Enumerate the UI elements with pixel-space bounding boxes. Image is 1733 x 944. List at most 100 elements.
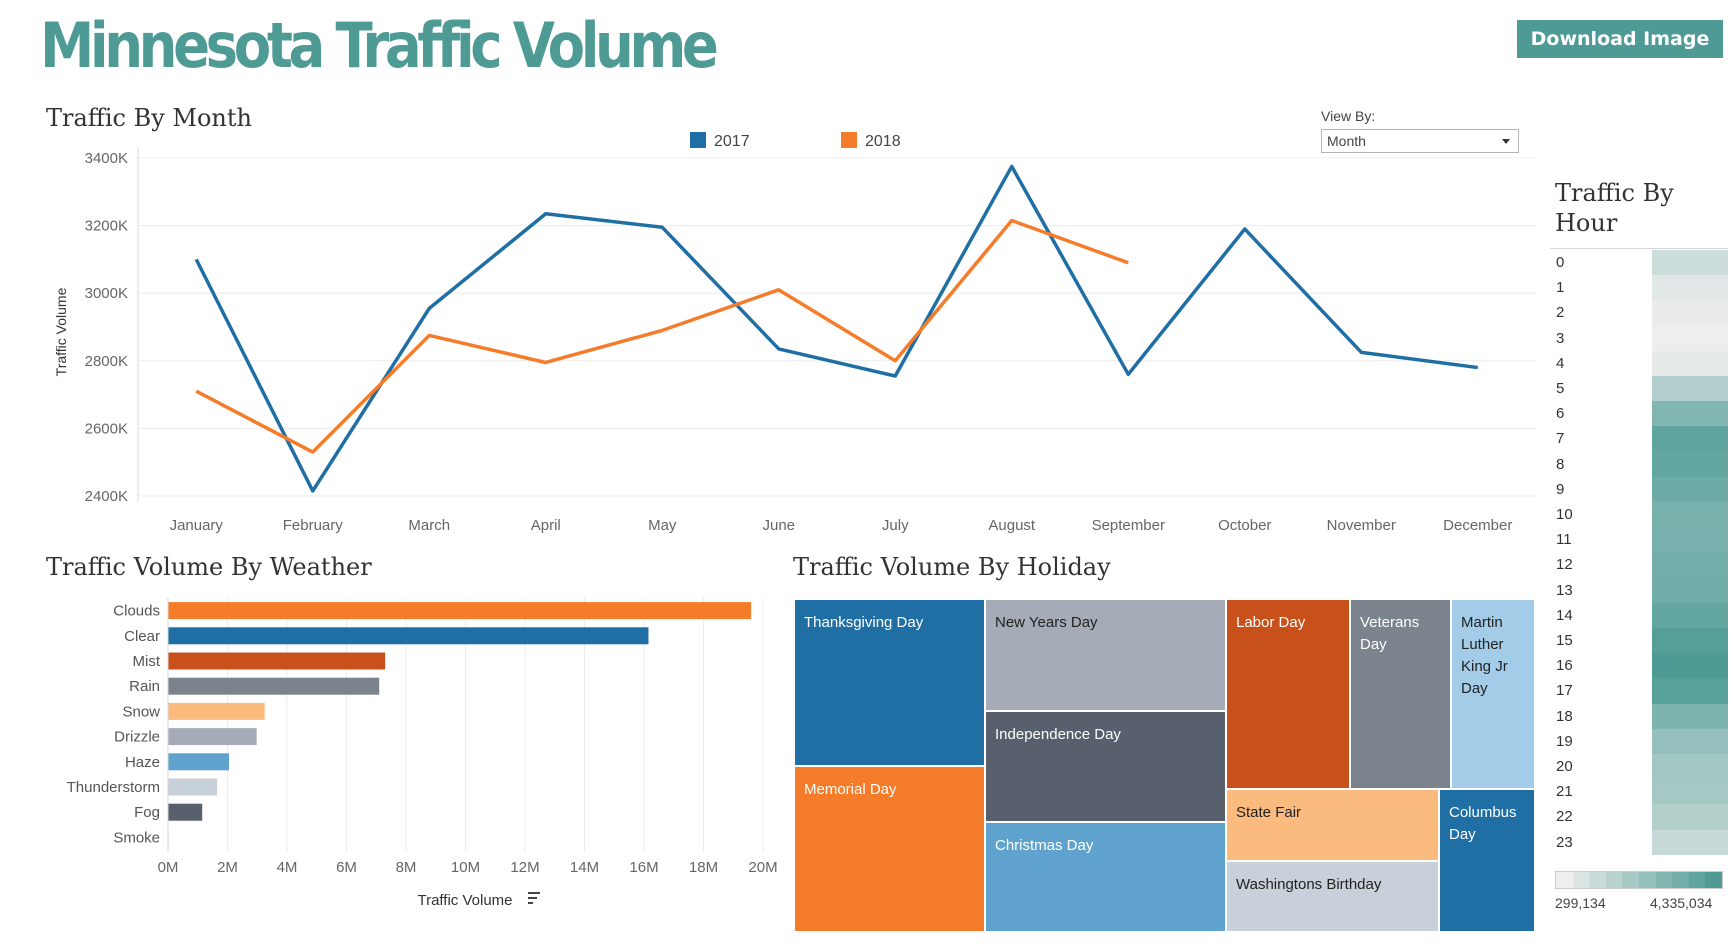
treemap-cell-label: Independence Day (995, 726, 1121, 743)
holiday-treemap: Thanksgiving Day Memorial Day New Years Da… (795, 600, 1536, 933)
x-tick-label: 6M (336, 859, 357, 876)
bar-rain[interactable] (168, 677, 380, 695)
hour-cell[interactable] (1652, 602, 1728, 628)
y-axis-label: Traffic Volume (53, 287, 69, 376)
hour-cell[interactable] (1652, 502, 1728, 528)
legend-step (1655, 872, 1673, 888)
x-tick-label: March (408, 517, 450, 534)
hour-label: 23 (1556, 833, 1573, 851)
legend-step (1672, 872, 1689, 888)
sort-icon[interactable] (528, 892, 540, 904)
hour-label: 2 (1556, 304, 1565, 322)
x-tick-label: June (762, 517, 795, 534)
treemap-cell-label: Memorial Day (804, 781, 897, 798)
treemap-cell-state-fair[interactable]: State Fair (1227, 790, 1440, 862)
x-tick-label: May (648, 517, 677, 534)
treemap-cell-independence-day[interactable]: Independence Day (986, 712, 1227, 823)
x-tick-label: July (882, 517, 909, 534)
hour-chart-divider (1550, 248, 1728, 249)
hour-label: 4 (1556, 354, 1565, 372)
x-tick-label: December (1443, 517, 1512, 534)
bar-clear[interactable] (168, 627, 649, 645)
treemap-cell-new-years-day[interactable]: New Years Day (986, 600, 1227, 712)
legend-step (1688, 872, 1706, 888)
treemap-cell-martin-luther-king-jr-day[interactable]: Martin Luther King Jr Day (1452, 600, 1536, 790)
hour-cell[interactable] (1652, 829, 1728, 855)
hour-cell[interactable] (1652, 250, 1728, 276)
hour-cell[interactable] (1652, 754, 1728, 780)
y-tick-label: 2600K (85, 420, 128, 437)
hour-cell[interactable] (1652, 577, 1728, 603)
legend-step (1605, 872, 1623, 888)
hour-cell[interactable] (1652, 401, 1728, 427)
bar-snow[interactable] (168, 702, 265, 720)
treemap-cell-label: Martin Luther King Jr Day (1461, 614, 1508, 697)
x-tick-label: January (170, 517, 224, 534)
sort-icon-line (528, 897, 537, 899)
legend-min-label: 299,134 (1555, 895, 1606, 911)
treemap-cell-labor-day[interactable]: Labor Day (1227, 600, 1351, 790)
hour-cell[interactable] (1652, 451, 1728, 477)
legend-step (1572, 872, 1590, 888)
hour-label: 19 (1556, 732, 1573, 750)
hour-label: 0 (1556, 254, 1565, 271)
treemap-cell-columbus-day[interactable]: Columbus Day (1440, 790, 1536, 933)
hour-label: 21 (1556, 783, 1573, 801)
treemap-cell-washingtons-birthday[interactable]: Washingtons Birthday (1227, 862, 1440, 933)
treemap-cell-veterans-day[interactable]: Veterans Day (1351, 600, 1452, 790)
series-line-2018 (195, 218, 1129, 454)
legend-max-label: 4,335,034 (1650, 895, 1713, 911)
hour-cell[interactable] (1652, 678, 1728, 704)
hour-cell[interactable] (1652, 426, 1728, 452)
hour-label: 13 (1556, 581, 1573, 599)
download-image-button[interactable]: Download Image (1517, 20, 1723, 58)
hour-cell[interactable] (1652, 703, 1728, 729)
sort-icon-line (528, 902, 533, 904)
category-label: Snow (122, 703, 160, 720)
bar-fog[interactable] (168, 803, 203, 821)
hour-heatmap: 0 1 2 3 4 5 6 7 8 9 10 11 12 13 14 15 16 17 18 19 20 21 22 23 (1550, 250, 1728, 857)
bar-drizzle[interactable] (168, 728, 257, 746)
hour-cell[interactable] (1652, 653, 1728, 679)
treemap-cell-thanksgiving-day[interactable]: Thanksgiving Day (795, 600, 986, 767)
bar-thunderstorm[interactable] (168, 778, 218, 796)
treemap-cell-christmas-day[interactable]: Christmas Day (986, 823, 1227, 933)
legend-swatch-2018[interactable] (841, 132, 857, 148)
hour-label: 11 (1556, 531, 1572, 549)
treemap-cell-label: Columbus Day (1449, 804, 1517, 843)
hour-cell[interactable] (1652, 325, 1728, 351)
hour-cell[interactable] (1652, 779, 1728, 805)
treemap-cell-memorial-day[interactable]: Memorial Day (795, 767, 986, 933)
x-tick-label: 18M (689, 859, 718, 876)
hour-cell[interactable] (1652, 628, 1728, 654)
hour-label: 3 (1556, 329, 1565, 347)
hour-cell[interactable] (1652, 476, 1728, 502)
hour-label: 10 (1556, 506, 1573, 523)
line-chart: 2400K 2600K 2800K 3000K 3200K 3400K Traffic Vo… (53, 132, 1536, 534)
legend-step (1638, 872, 1656, 888)
treemap-cell-label: New Years Day (995, 614, 1098, 631)
x-tick-label: October (1218, 517, 1271, 534)
hour-label: 9 (1556, 480, 1565, 498)
hour-cell[interactable] (1652, 300, 1728, 326)
bar-clouds[interactable] (168, 602, 752, 620)
hour-cell[interactable] (1652, 275, 1728, 301)
bar-haze[interactable] (168, 753, 229, 771)
bar-mist[interactable] (168, 652, 386, 670)
legend-label-2017: 2017 (714, 133, 750, 150)
hour-label: 12 (1556, 556, 1573, 574)
hour-chart-title: Traffic By Hour (1555, 179, 1674, 237)
hour-cell[interactable] (1652, 728, 1728, 754)
y-tick-label: 3200K (85, 218, 128, 235)
x-tick-label: 16M (629, 859, 658, 876)
hour-cell[interactable] (1652, 527, 1728, 553)
category-label: Drizzle (114, 729, 160, 746)
x-tick-label: 8M (396, 859, 417, 876)
legend-swatch-2017[interactable] (690, 132, 706, 148)
hour-cell[interactable] (1652, 350, 1728, 376)
hour-cell[interactable] (1652, 376, 1728, 402)
category-label: Fog (134, 804, 160, 821)
hour-cell[interactable] (1652, 804, 1728, 830)
y-tick-label: 3000K (85, 285, 128, 302)
hour-cell[interactable] (1652, 552, 1728, 578)
